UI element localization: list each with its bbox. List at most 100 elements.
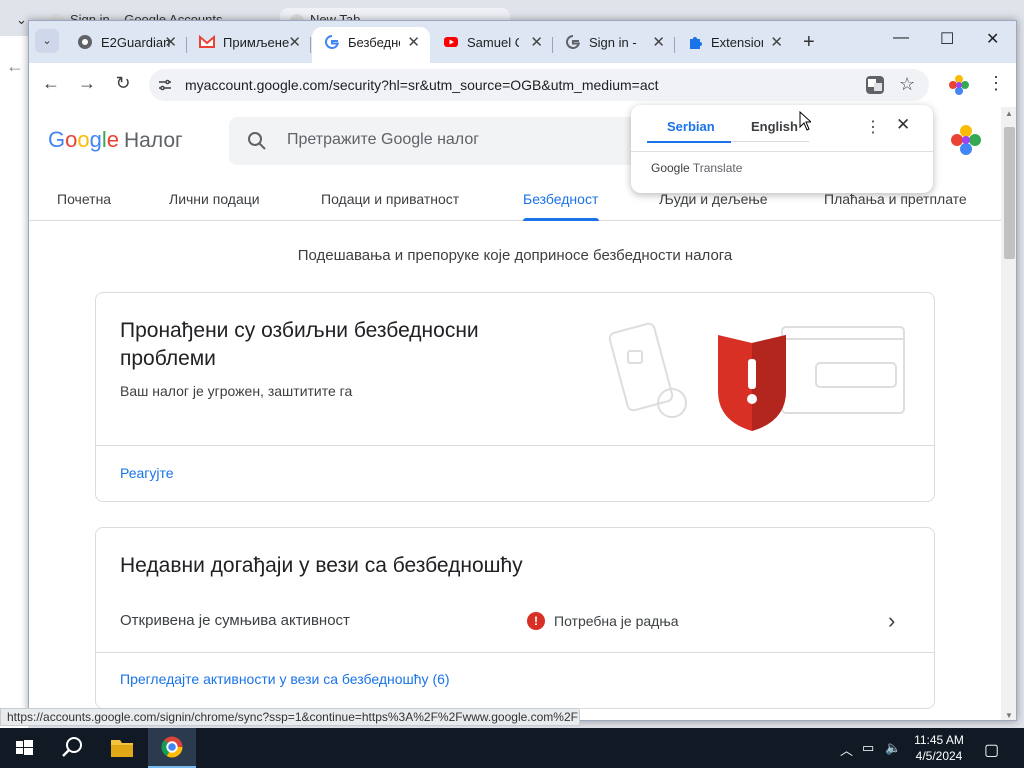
review-activity-link[interactable]: Прегледајте активности у вези са безбедн…	[120, 671, 450, 687]
youtube-icon	[444, 37, 458, 47]
search-placeholder: Претражите Google налог	[287, 131, 480, 148]
tab[interactable]: Примљене ✕	[187, 27, 311, 63]
tab-payments[interactable]: Плаћања и претплате	[824, 191, 967, 207]
bookmark-star-icon[interactable]: ☆	[899, 74, 915, 95]
close-icon[interactable]: ✕	[896, 115, 910, 135]
scroll-up-icon[interactable]: ▲	[1005, 109, 1013, 118]
translate-icon[interactable]	[865, 75, 885, 95]
close-icon[interactable]: ✕	[164, 33, 177, 51]
card-divider	[96, 652, 934, 653]
source-language-tab[interactable]: Serbian	[667, 119, 715, 134]
chrome-taskbar-icon[interactable]	[148, 728, 196, 768]
issues-title: Пронађени су озбиљни безбедносни проблем…	[120, 319, 479, 370]
issues-description: Ваш налог је угрожен, заштитите га	[120, 383, 353, 399]
browser-toolbar: ← → ↻ myaccount.google.com/security?hl=s…	[29, 63, 1016, 107]
search-icon[interactable]	[48, 728, 96, 768]
page-subtitle: Подешавања и препоруке које доприносе бе…	[297, 247, 733, 264]
tab-personal-info[interactable]: Лични подаци	[169, 191, 260, 207]
volume-muted-icon[interactable]: 🔈	[885, 740, 901, 756]
tab-strip: ⌄ E2Guardian ✕ Примљене ✕ Безбедност ✕ S…	[29, 21, 1016, 63]
logo-letter: G	[48, 127, 66, 152]
maximize-button[interactable]: ☐	[940, 29, 954, 49]
site-settings-icon[interactable]	[157, 77, 173, 93]
status-url-bar: https://accounts.google.com/signin/chrom…	[0, 708, 580, 726]
account-search-input[interactable]: Претражите Google налог	[229, 117, 669, 165]
logo-letter: o	[65, 127, 78, 152]
windows-start-icon[interactable]	[0, 728, 48, 768]
tab-title: Extensions	[711, 35, 763, 50]
scrollbar-thumb[interactable]	[1004, 127, 1015, 259]
forward-button[interactable]: →	[75, 73, 99, 94]
events-title: Недавни догађаји у вези са безбедношћу	[120, 554, 523, 577]
target-language-tab[interactable]: English	[751, 119, 798, 134]
clock-date: 4/5/2024	[915, 749, 963, 763]
back-arrow-icon: ←	[6, 56, 24, 76]
search-icon	[248, 132, 266, 150]
clock-time: 11:45 AM	[914, 733, 964, 747]
scrollbar[interactable]: ▲ ▼	[1001, 107, 1016, 720]
brand-google: Google	[651, 161, 690, 175]
event-row[interactable]: Откривена је сумњива активност ! Потребн…	[96, 604, 934, 652]
logo-letter: g	[89, 127, 102, 152]
back-button[interactable]: ←	[39, 73, 63, 94]
page-content: Google Налог Претражите Google налог Поче…	[29, 107, 1001, 720]
gmail-icon	[199, 34, 215, 48]
close-icon[interactable]: ✕	[652, 33, 665, 51]
translate-options-icon[interactable]: ⋮	[865, 117, 881, 137]
url-text: myaccount.google.com/security?hl=sr&utm_…	[185, 77, 659, 93]
security-issues-card: Пронађени су озбиљни безбедносни проблем…	[95, 292, 935, 502]
puzzle-icon	[690, 37, 702, 49]
chevron-up-icon[interactable]: ︿	[840, 740, 853, 759]
logo-letter: e	[106, 127, 120, 152]
browser-menu-icon[interactable]: ⋮	[987, 73, 1005, 94]
close-icon[interactable]: ✕	[288, 33, 301, 51]
close-icon[interactable]: ✕	[770, 33, 783, 51]
selected-language-indicator	[647, 141, 731, 143]
tab[interactable]: Extensions ✕	[675, 27, 793, 63]
tab-active[interactable]: Безбедност ✕	[312, 27, 430, 63]
google-icon	[566, 35, 581, 49]
event-status: Потребна је радња	[554, 613, 679, 629]
tab-title: E2Guardian	[101, 35, 171, 50]
logo-letter: o	[77, 127, 90, 152]
tab-home[interactable]: Почетна	[57, 191, 111, 207]
address-bar[interactable]: myaccount.google.com/security?hl=sr&utm_…	[149, 69, 929, 101]
language-divider	[731, 141, 809, 142]
brand-translate: Translate	[692, 161, 743, 175]
file-explorer-icon[interactable]	[98, 728, 146, 768]
minimize-button[interactable]: —	[893, 29, 909, 47]
tab[interactable]: Sign in - Google ✕	[553, 27, 675, 63]
close-icon[interactable]: ✕	[407, 33, 420, 51]
alert-icon: !	[527, 612, 545, 630]
take-action-link[interactable]: Реагујте	[120, 465, 174, 481]
recent-events-card: Недавни догађаји у вези са безбедношћу О…	[95, 527, 935, 709]
tab[interactable]: E2Guardian ✕	[65, 27, 187, 63]
product-name: Налог	[124, 129, 183, 152]
notification-icon[interactable]: ▢	[984, 740, 999, 760]
window-close-button[interactable]: ✕	[986, 29, 999, 49]
translate-popup: Serbian English ⋮ ✕ Google Translate	[631, 105, 933, 193]
tab-search-button[interactable]: ⌄	[35, 29, 59, 53]
network-icon[interactable]: ▭	[862, 740, 874, 756]
popup-divider	[631, 151, 933, 152]
chevron-right-icon: ›	[888, 608, 896, 633]
security-warning-illustration	[608, 322, 905, 431]
chrome-globe-icon	[78, 35, 92, 49]
close-icon[interactable]: ✕	[530, 33, 543, 51]
tab[interactable]: Samuel Conte ✕	[431, 27, 553, 63]
reload-button[interactable]: ↻	[111, 73, 135, 94]
clock[interactable]: 11:45 AM 4/5/2024	[900, 732, 978, 764]
scroll-down-icon[interactable]: ▼	[1005, 711, 1013, 720]
taskbar: ︿ ▭ 🔈 11:45 AM 4/5/2024 ▢	[0, 728, 1024, 768]
tab-data-privacy[interactable]: Подаци и приватност	[321, 191, 459, 207]
tab-security[interactable]: Безбедност	[523, 191, 598, 207]
mouse-cursor-icon	[799, 111, 811, 131]
extension-flower-icon[interactable]	[948, 74, 970, 96]
active-tab-indicator	[523, 218, 599, 221]
google-icon	[325, 35, 340, 49]
avatar[interactable]	[949, 123, 983, 157]
tab-people-sharing[interactable]: Људи и дељење	[659, 191, 768, 207]
google-account-logo[interactable]: Google Налог	[48, 127, 183, 153]
new-tab-button[interactable]: +	[803, 31, 815, 54]
event-label: Откривена је сумњива активност	[120, 612, 350, 629]
